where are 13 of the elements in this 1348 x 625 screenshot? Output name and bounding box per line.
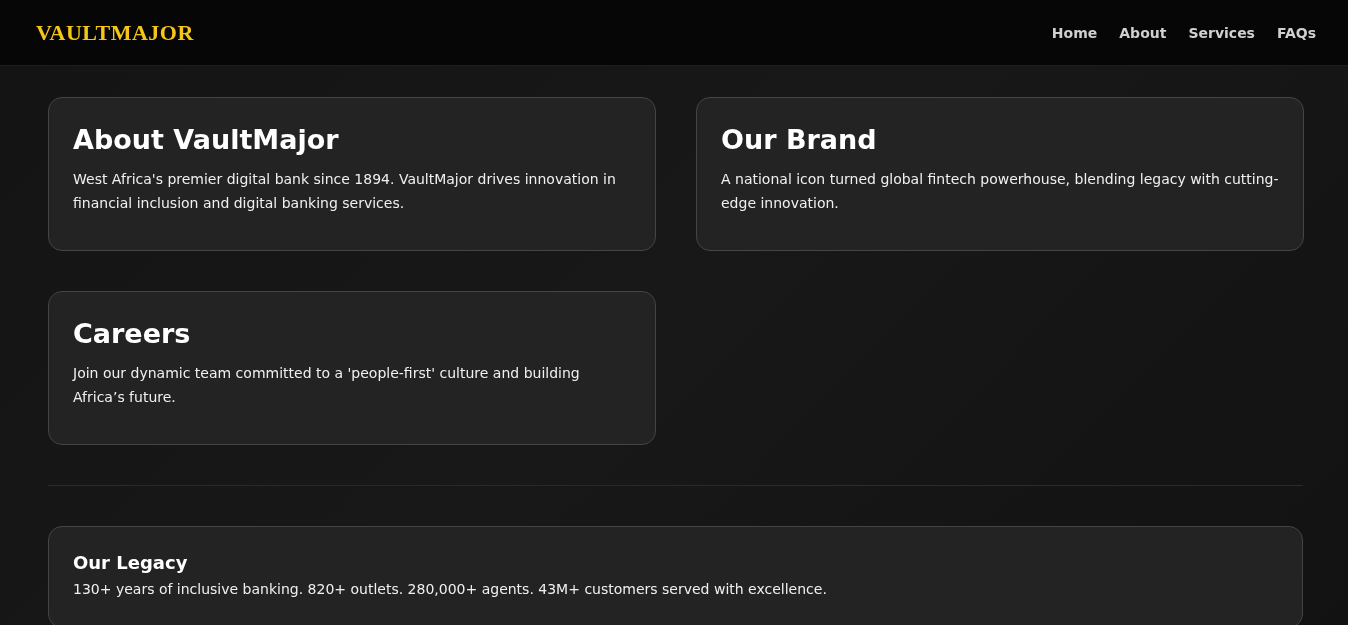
card-title: Careers (73, 318, 192, 349)
card-text: Join our dynamic team committed to a 'people-first' culture and building Africa’s future. (73, 364, 581, 407)
nav-link[interactable]: Home (1051, 24, 1098, 41)
card-title: About VaultMajor (73, 124, 340, 155)
nav-link[interactable]: Services (1188, 24, 1255, 41)
nav-link[interactable]: About (1119, 24, 1167, 41)
legacy-title: Our Legacy (73, 552, 189, 573)
card-title: Our Brand (721, 124, 878, 155)
card-text: A national icon turned global fintech powerhouse, blending legacy with cutting-edge innovation. (721, 170, 1279, 213)
logo[interactable]: VAULTMAJOR (36, 19, 194, 46)
legacy-text: 130+ years of inclusive banking. 820+ outlets. 280,000+ agents. 43M+ customers served with excellence. (73, 581, 828, 597)
nav-link[interactable]: FAQs (1276, 24, 1316, 41)
card-text: West Africa's premier digital bank since 1894. VaultMajor drives innovation in financial inclusion and digital banking services. (73, 170, 617, 213)
